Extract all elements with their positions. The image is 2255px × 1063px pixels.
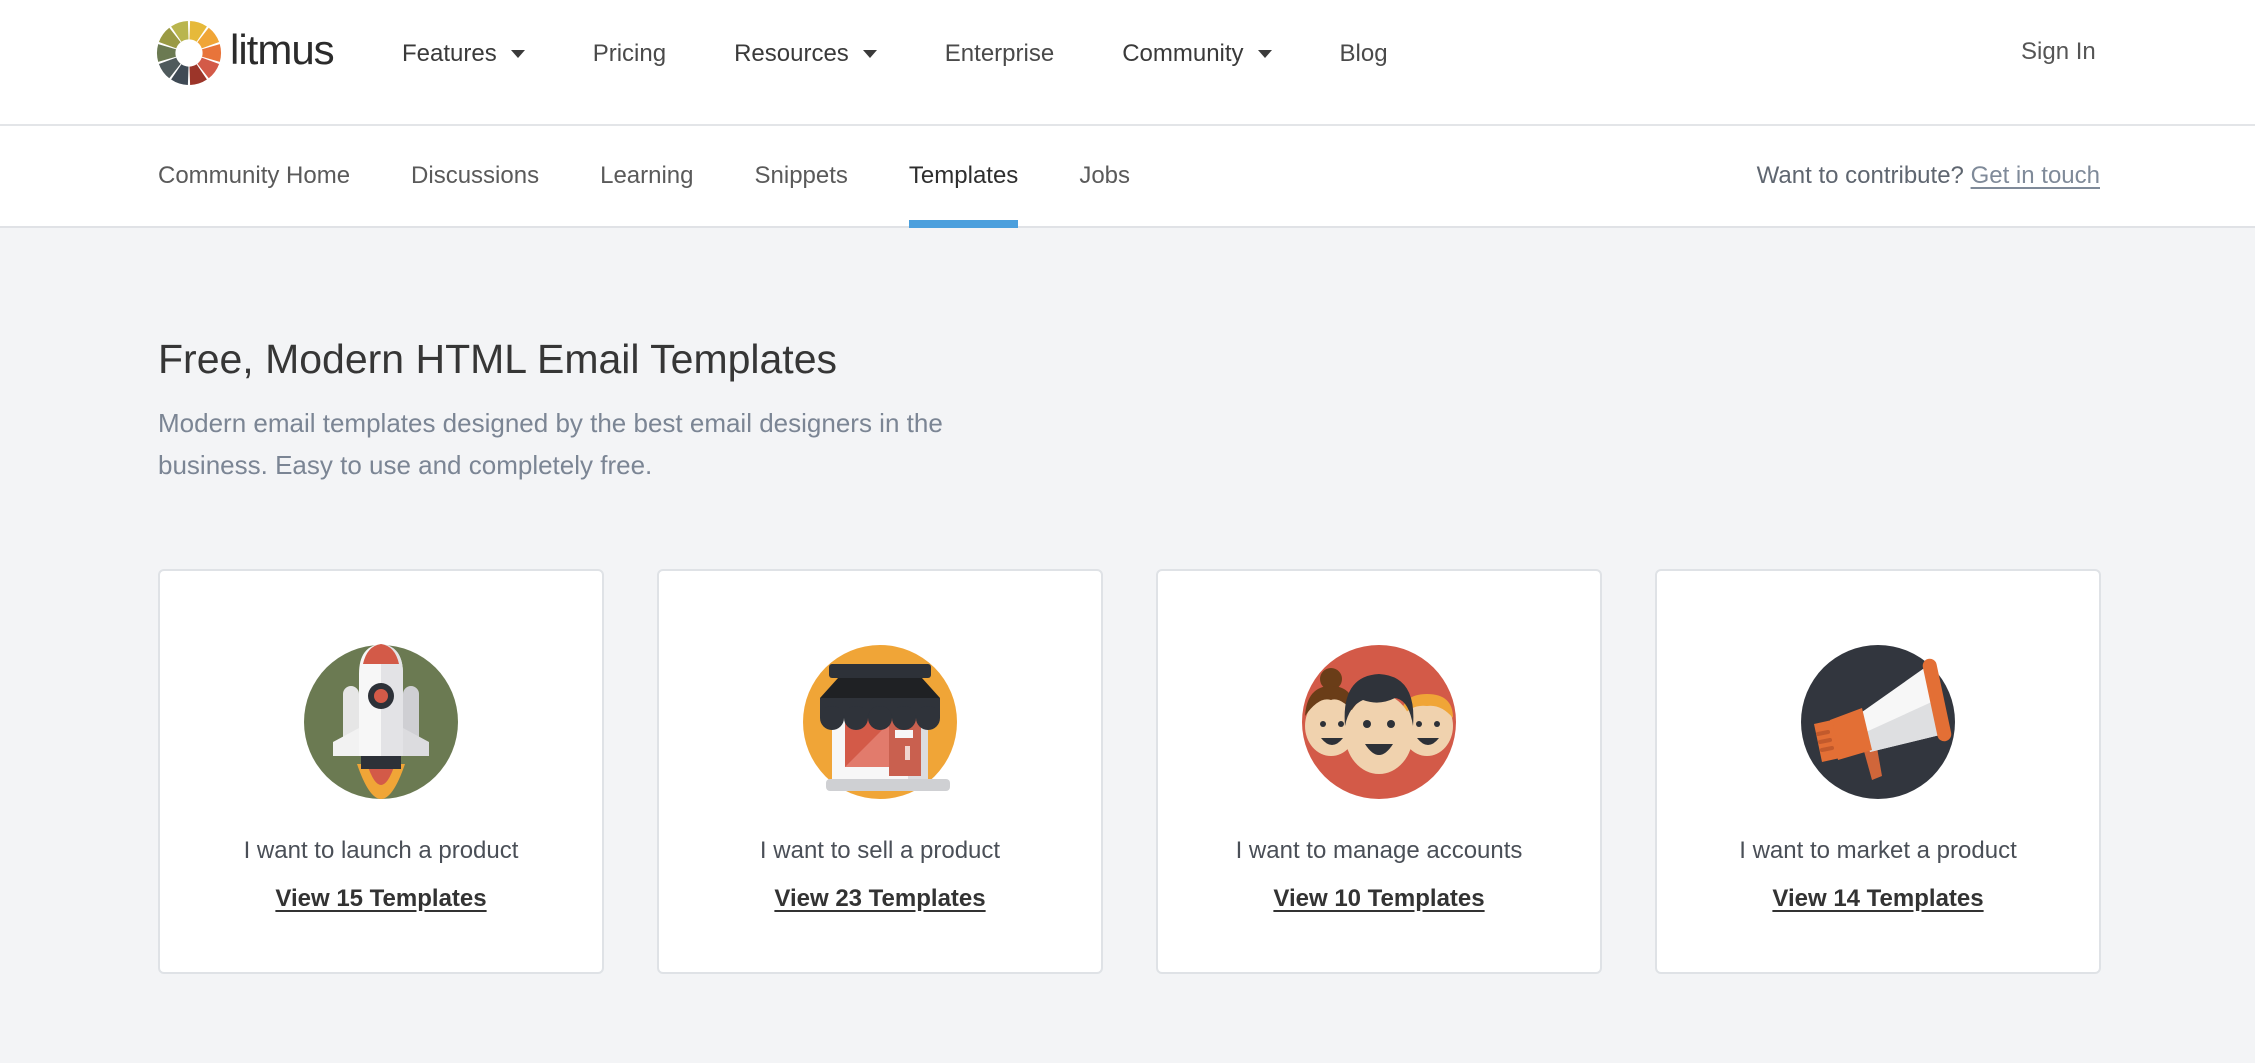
view-templates-link[interactable]: View 10 Templates <box>1158 885 1600 913</box>
main-nav: Features Pricing Resources Enterprise Co… <box>402 34 1456 74</box>
top-header: litmus Features Pricing Resources Enterp… <box>0 0 2255 126</box>
tab-discussions[interactable]: Discussions <box>411 126 539 226</box>
tab-snippets[interactable]: Snippets <box>755 126 848 226</box>
nav-enterprise[interactable]: Enterprise <box>945 40 1054 68</box>
tab-learning[interactable]: Learning <box>600 126 693 226</box>
nav-community-label: Community <box>1122 40 1244 67</box>
community-subnav: Community Home Discussions Learning Snip… <box>0 126 2255 228</box>
category-card-market[interactable]: I want to market a product View 14 Templ… <box>1655 569 2101 974</box>
category-label: I want to market a product <box>1739 837 2017 864</box>
chevron-down-icon <box>510 50 525 58</box>
contribute-prompt: Want to contribute? Get in touch <box>1757 126 2100 226</box>
tab-community-home[interactable]: Community Home <box>158 126 350 226</box>
nav-features-label: Features <box>402 40 497 67</box>
chevron-down-icon <box>862 50 877 58</box>
people-icon <box>1291 634 1467 810</box>
category-label: I want to manage accounts <box>1235 837 1523 864</box>
megaphone-icon <box>1790 634 1966 810</box>
rocket-icon <box>293 634 469 810</box>
template-categories: I want to launch a product View 15 Templ… <box>158 569 2101 974</box>
category-label: I want to sell a product <box>759 837 1001 864</box>
tab-templates[interactable]: Templates <box>908 126 1019 228</box>
nav-blog-label: Blog <box>1339 40 1388 67</box>
logo-text: litmus <box>230 26 335 73</box>
nav-community[interactable]: Community <box>1122 40 1272 68</box>
subnav-tabs: Community Home Discussions Learning Snip… <box>158 126 1191 228</box>
nav-pricing[interactable]: Pricing <box>593 40 666 68</box>
nav-resources-label: Resources <box>734 40 849 67</box>
nav-enterprise-label: Enterprise <box>944 40 1055 67</box>
sign-in-link[interactable]: Sign In <box>2021 38 2096 66</box>
nav-resources[interactable]: Resources <box>734 40 877 68</box>
view-templates-link[interactable]: View 23 Templates <box>659 885 1101 913</box>
tab-jobs[interactable]: Jobs <box>1079 126 1130 226</box>
nav-features[interactable]: Features <box>402 40 525 68</box>
get-in-touch-link[interactable]: Get in touch <box>1971 162 2100 189</box>
nav-blog[interactable]: Blog <box>1340 40 1388 68</box>
chevron-down-icon <box>1257 50 1272 58</box>
page-subtitle: Modern email templates designed by the b… <box>158 408 943 480</box>
contribute-text: Want to contribute? <box>1756 162 1964 189</box>
category-card-manage[interactable]: I want to manage accounts View 10 Templa… <box>1156 569 1602 974</box>
view-templates-link[interactable]: View 15 Templates <box>160 885 602 913</box>
litmus-wheel-icon <box>156 20 222 86</box>
category-card-sell[interactable]: I want to sell a product View 23 Templat… <box>657 569 1103 974</box>
litmus-logo[interactable]: litmus <box>156 20 335 86</box>
category-card-launch[interactable]: I want to launch a product View 15 Templ… <box>158 569 604 974</box>
category-label: I want to launch a product <box>243 837 519 864</box>
page-title: Free, Modern HTML Email Templates <box>158 336 838 382</box>
view-templates-link[interactable]: View 14 Templates <box>1657 885 2099 913</box>
nav-pricing-label: Pricing <box>592 40 667 67</box>
storefront-icon <box>792 634 968 810</box>
